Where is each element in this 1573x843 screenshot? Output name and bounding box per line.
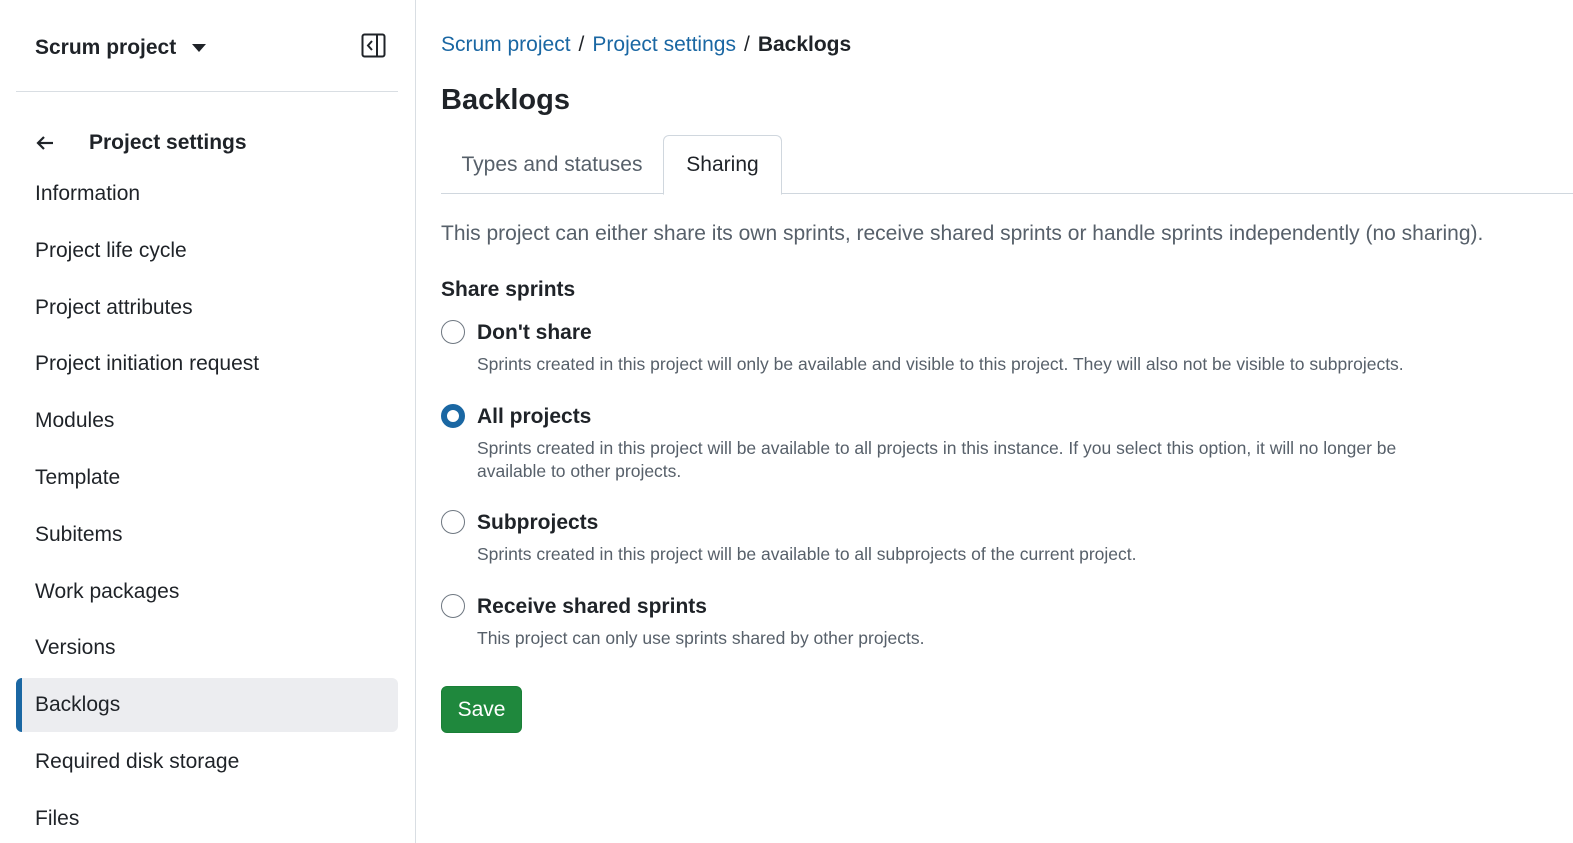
sidebar-item-label: Information [35,182,141,205]
sidebar-item-required-disk-storage[interactable]: Required disk storage [16,735,398,789]
sidebar-item-work-packages[interactable]: Work packages [16,565,398,619]
tab-sharing[interactable]: Sharing [663,135,782,195]
sidebar-item-label: Subitems [35,522,123,546]
sidebar-item-label: Modules [35,409,115,433]
sidebar-item-versions[interactable]: Versions [16,621,398,675]
sidebar-collapse-icon[interactable] [361,33,386,58]
sharing-description: This project can either share its own sp… [441,222,1484,245]
breadcrumb: Scrum project / Project settings / Backl… [441,33,851,57]
option-label[interactable]: Receive shared sprints [477,594,707,620]
save-button[interactable]: Save [441,686,522,733]
sidebar-item-subitems[interactable]: Subitems [16,508,398,562]
radio-receive-shared-sprints[interactable] [441,594,465,618]
page-title: Backlogs [441,84,570,116]
sidebar-back-row: Project settings [35,126,247,160]
sidebar-item-project-initiation-request[interactable]: Project initiation request [16,337,398,391]
tab-bar: Types and statuses Sharing [441,135,1573,195]
breadcrumb-link-project-settings[interactable]: Project settings [592,33,736,57]
share-sprints-label: Share sprints [441,278,576,301]
option-label[interactable]: Don't share [477,320,592,346]
sidebar-item-label: Project attributes [35,295,193,319]
sidebar-item-files[interactable]: Files [16,792,398,843]
radio-subprojects[interactable] [441,510,465,534]
sidebar-item-information[interactable]: Information [16,167,398,221]
sidebar-item-label: Project life cycle [35,238,187,262]
option-label[interactable]: Subprojects [477,510,598,536]
tab-types-and-statuses[interactable]: Types and statuses [441,135,663,194]
option-description: Sprints created in this project will onl… [477,354,1404,374]
breadcrumb-link-project[interactable]: Scrum project [441,33,571,57]
sidebar-item-project-life-cycle[interactable]: Project life cycle [16,224,398,278]
app-window: Scrum project Project settings Informati… [0,0,1573,843]
caret-down-icon [192,44,207,52]
radio-dont-share[interactable] [441,320,465,344]
sidebar-item-label: Required disk storage [35,749,240,773]
breadcrumb-separator: / [743,33,750,56]
sidebar-item-label: Files [35,806,80,830]
sidebar-item-label: Project initiation request [35,352,260,376]
sidebar: Scrum project Project settings Informati… [0,0,416,843]
sidebar-item-project-attributes[interactable]: Project attributes [16,281,398,335]
option-description: Sprints created in this project will be … [477,438,1397,481]
breadcrumb-current: Backlogs [757,33,852,56]
arrow-left-icon[interactable] [35,133,55,153]
radio-all-projects[interactable] [441,404,465,428]
main-content: Scrum project / Project settings / Backl… [441,0,1573,843]
sidebar-item-label: Template [35,465,121,489]
project-name: Scrum project [35,36,177,59]
sidebar-item-template[interactable]: Template [16,451,398,505]
breadcrumb-separator: / [578,33,585,56]
sidebar-item-label: Backlogs [35,693,121,717]
project-switcher[interactable]: Scrum project [35,32,207,64]
option-description: Sprints created in this project will be … [477,544,1137,564]
sidebar-item-label: Versions [35,636,116,660]
sidebar-item-label: Work packages [35,579,180,603]
sidebar-header: Scrum project [16,0,398,92]
option-description: This project can only use sprints shared… [477,628,925,648]
sidebar-item-backlogs[interactable]: Backlogs [16,678,398,733]
sidebar-item-modules[interactable]: Modules [16,394,398,448]
option-label[interactable]: All projects [477,404,591,430]
sidebar-menu: Information Project life cycle Project a… [16,167,398,843]
sidebar-back-title: Project settings [89,131,247,154]
